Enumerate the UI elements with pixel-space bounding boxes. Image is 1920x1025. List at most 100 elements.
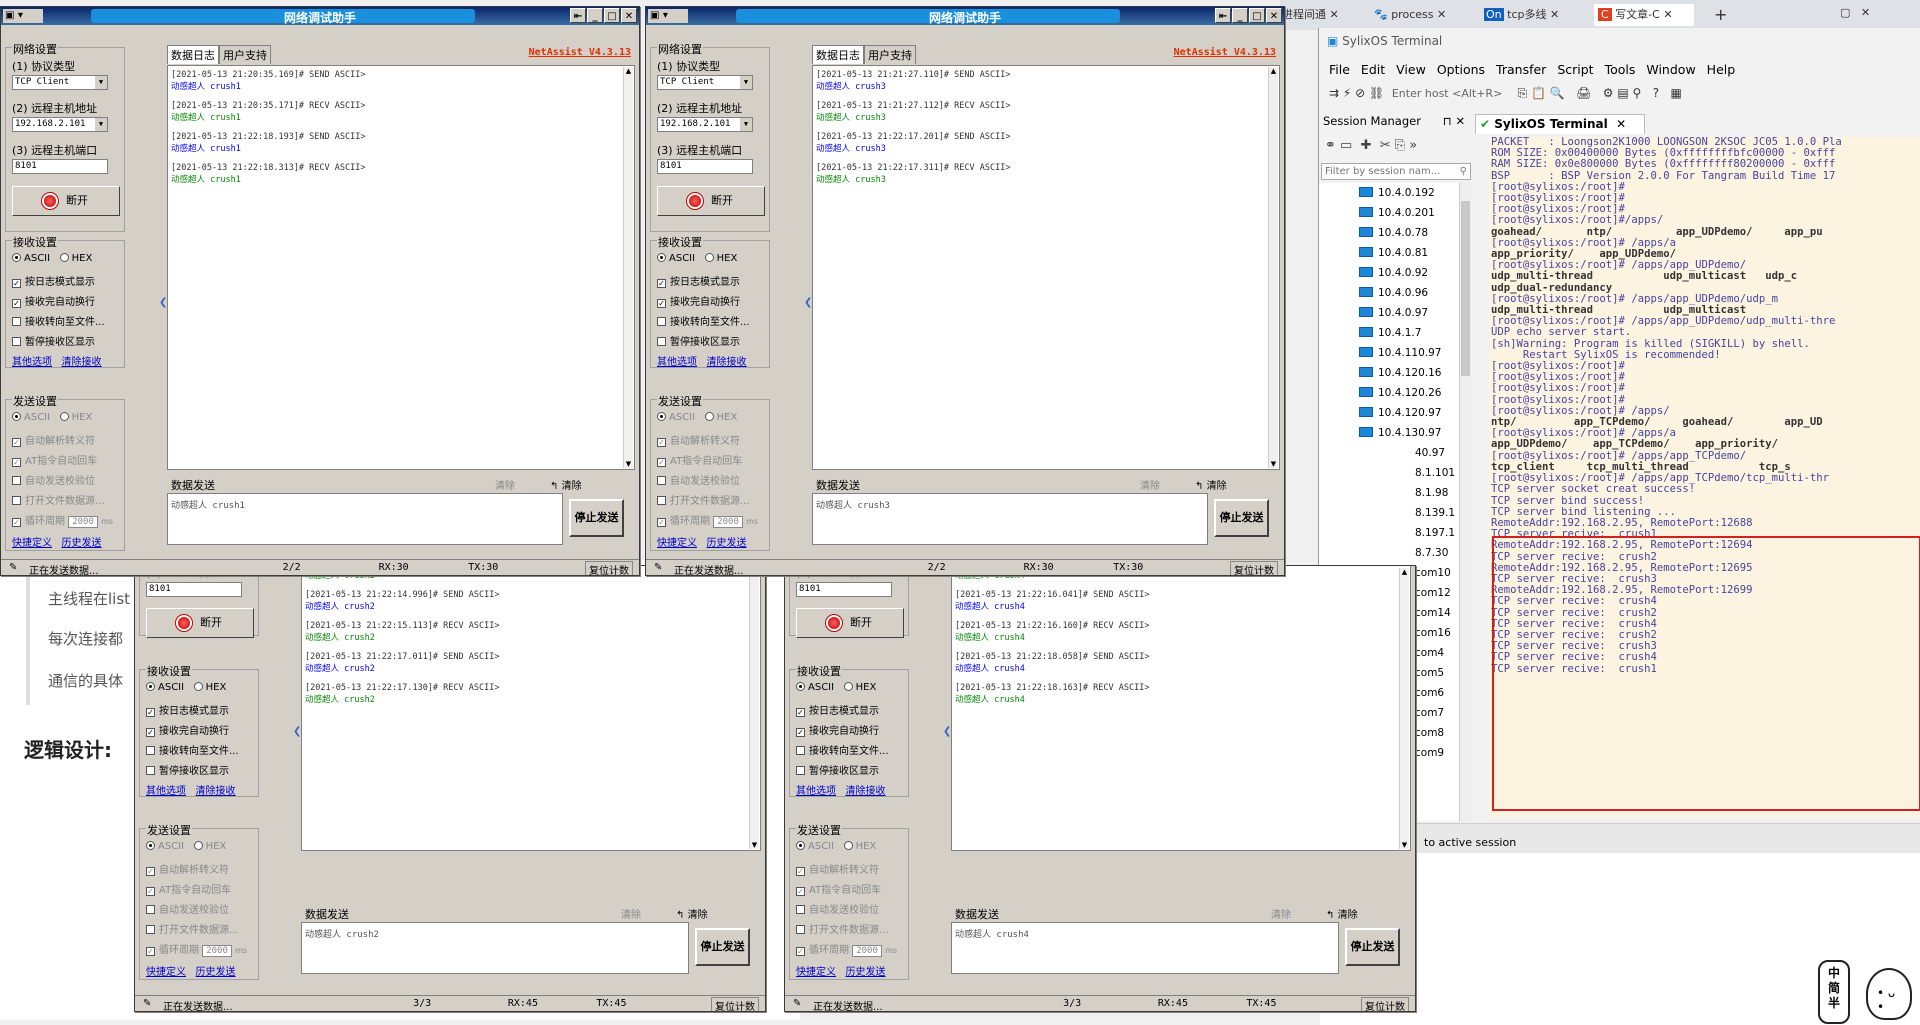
- sylix-menubar[interactable]: File Edit View Options Transfer Script Tools Wi…: [1329, 62, 1746, 77]
- win2-stop-send-button[interactable]: 停止发送: [1214, 499, 1269, 537]
- reset-count-button[interactable]: 复位计数: [1230, 561, 1278, 575]
- recv-links[interactable]: 其他选项 清除接收: [146, 782, 236, 797]
- send-encoding[interactable]: ASCII HEX: [796, 841, 876, 852]
- session-item[interactable]: com12: [1415, 587, 1451, 599]
- hex-radio[interactable]: [193, 682, 203, 691]
- checkbox-box[interactable]: [796, 925, 805, 934]
- win3-send-input[interactable]: 动感超人 crush2: [301, 922, 689, 974]
- win1-log-scrollbar[interactable]: ▲ ▼: [623, 67, 633, 468]
- loop-ms-input[interactable]: 2000: [202, 945, 232, 957]
- send-ascii-radio[interactable]: [796, 841, 805, 850]
- win3-log-view[interactable]: 动感超人 crush2 [2021-05-13 21:22:14.996]# SE…: [301, 566, 761, 851]
- recv-links[interactable]: 其他选项 清除接收: [12, 353, 102, 368]
- win4-send-input[interactable]: 动感超人 crush4: [951, 922, 1339, 974]
- menu-options[interactable]: Options: [1437, 62, 1485, 77]
- recv-encoding[interactable]: ASCII HEX: [146, 682, 226, 693]
- close-button[interactable]: ✕: [621, 8, 637, 23]
- checkbox-box[interactable]: ✓: [796, 708, 805, 717]
- win4-log-view[interactable]: 动感超人 crush4 [2021-05-13 21:22:16.041]# SE…: [951, 566, 1411, 851]
- checkbox-box[interactable]: [146, 925, 155, 934]
- send-links[interactable]: 快捷定义 历史发送: [146, 963, 236, 978]
- protocol-select[interactable]: TCP Client: [657, 75, 753, 90]
- more-options-link[interactable]: 其他选项: [12, 357, 52, 368]
- session-item[interactable]: com5: [1415, 667, 1444, 679]
- send-hex-radio[interactable]: [843, 841, 853, 850]
- win1-clear-button[interactable]: ↰ 清除: [550, 477, 582, 492]
- opt-openfile-checkbox[interactable]: 打开文件数据源...: [657, 492, 750, 507]
- send-links[interactable]: 快捷定义 历史发送: [12, 534, 102, 549]
- opt-escape-checkbox[interactable]: ✓ 自动解析转义符: [12, 432, 95, 447]
- loop-checkbox[interactable]: ✓: [796, 947, 805, 956]
- win4-clear-button[interactable]: ↰ 清除: [1326, 906, 1358, 921]
- checkbox-box[interactable]: ✓: [12, 299, 21, 308]
- browser-tab-1[interactable]: 进程间通 ✕: [1282, 4, 1354, 26]
- send-links[interactable]: 快捷定义 历史发送: [657, 534, 747, 549]
- win1-window-controls[interactable]: ⇤ _ □ ✕: [570, 8, 637, 23]
- tab-data-log[interactable]: 数据日志: [167, 45, 219, 64]
- opt-escape-checkbox[interactable]: ✓ 自动解析转义符: [796, 861, 879, 876]
- clear-recv-link[interactable]: 清除接收: [196, 786, 236, 797]
- checkbox-box[interactable]: [796, 746, 805, 755]
- checkbox-box[interactable]: ✓: [146, 867, 155, 876]
- recv-encoding[interactable]: ASCII HEX: [12, 253, 92, 264]
- shortcut-link[interactable]: 快捷定义: [657, 538, 697, 549]
- opt-at-checkbox[interactable]: ✓ AT指令自动回车: [657, 452, 742, 467]
- checkbox-box[interactable]: [12, 476, 21, 485]
- checkbox-box[interactable]: [796, 905, 805, 914]
- browser-tab-3[interactable]: On tcp多线 ✕: [1484, 4, 1584, 26]
- menu-transfer[interactable]: Transfer: [1496, 62, 1546, 77]
- win1-stop-send-button[interactable]: 停止发送: [569, 499, 624, 537]
- close-button[interactable]: ✕: [1266, 8, 1282, 23]
- checkbox-box[interactable]: [796, 766, 805, 775]
- session-item[interactable]: 10.4.0.192: [1359, 187, 1435, 199]
- send-ascii-radio[interactable]: [657, 412, 666, 421]
- opt-wrap-checkbox[interactable]: ✓ 接收完自动换行: [146, 722, 229, 737]
- history-link[interactable]: 历史发送: [707, 538, 747, 549]
- disconnect-button[interactable]: 断开: [796, 608, 904, 638]
- recv-encoding[interactable]: ASCII HEX: [796, 682, 876, 693]
- disconnect-button[interactable]: 断开: [657, 186, 765, 216]
- ascii-radio[interactable]: [12, 253, 21, 262]
- session-item[interactable]: 8.1.101: [1415, 467, 1455, 479]
- opt-wrap-checkbox[interactable]: ✓ 接收完自动换行: [657, 293, 740, 308]
- pin-icon[interactable]: ⇤: [1215, 8, 1231, 23]
- menu-view[interactable]: View: [1396, 62, 1426, 77]
- session-item[interactable]: com6: [1415, 687, 1444, 699]
- opt-file-checkbox[interactable]: 接收转向至文件...: [12, 313, 105, 328]
- loop-ms-input[interactable]: 2000: [713, 516, 743, 528]
- opt-pause-checkbox[interactable]: 暂停接收区显示: [12, 333, 95, 348]
- opt-at-checkbox[interactable]: ✓ AT指令自动回车: [796, 881, 881, 896]
- checkbox-box[interactable]: ✓: [657, 438, 666, 447]
- win2-clear-button[interactable]: ↰ 清除: [1195, 477, 1227, 492]
- checkbox-box[interactable]: [657, 476, 666, 485]
- opt-file-checkbox[interactable]: 接收转向至文件...: [146, 742, 239, 757]
- checkbox-box[interactable]: ✓: [657, 458, 666, 467]
- recv-links[interactable]: 其他选项 清除接收: [796, 782, 886, 797]
- opt-openfile-checkbox[interactable]: 打开文件数据源...: [12, 492, 105, 507]
- disconnect-button[interactable]: 断开: [146, 608, 254, 638]
- send-ascii-radio[interactable]: [12, 412, 21, 421]
- checkbox-box[interactable]: [657, 496, 666, 505]
- remote-port-input[interactable]: 8101: [657, 159, 753, 174]
- loop-ms-input[interactable]: 2000: [852, 945, 882, 957]
- checkbox-box[interactable]: ✓: [12, 438, 21, 447]
- session-item[interactable]: 10.4.0.78: [1359, 227, 1428, 239]
- session-item[interactable]: com14: [1415, 607, 1451, 619]
- reset-count-button[interactable]: 复位计数: [585, 561, 633, 575]
- history-link[interactable]: 历史发送: [62, 538, 102, 549]
- loop-ms-input[interactable]: 2000: [68, 516, 98, 528]
- opt-wrap-checkbox[interactable]: ✓ 接收完自动换行: [796, 722, 879, 737]
- session-item[interactable]: 10.4.0.92: [1359, 267, 1428, 279]
- session-item[interactable]: com16: [1415, 627, 1451, 639]
- checkbox-box[interactable]: ✓: [796, 867, 805, 876]
- win4-stop-send-button[interactable]: 停止发送: [1345, 928, 1400, 966]
- win1-brand[interactable]: NetAssist V4.3.13: [529, 47, 631, 58]
- send-hex-radio[interactable]: [193, 841, 203, 850]
- hex-radio[interactable]: [704, 253, 714, 262]
- remote-port-input[interactable]: 8101: [146, 582, 242, 597]
- browser-tab-4[interactable]: C 写文章-C ✕: [1594, 4, 1694, 26]
- opt-at-checkbox[interactable]: ✓ AT指令自动回车: [146, 881, 231, 896]
- history-link[interactable]: 历史发送: [196, 967, 236, 978]
- tab-data-log[interactable]: 数据日志: [812, 45, 864, 64]
- session-item[interactable]: com4: [1415, 647, 1444, 659]
